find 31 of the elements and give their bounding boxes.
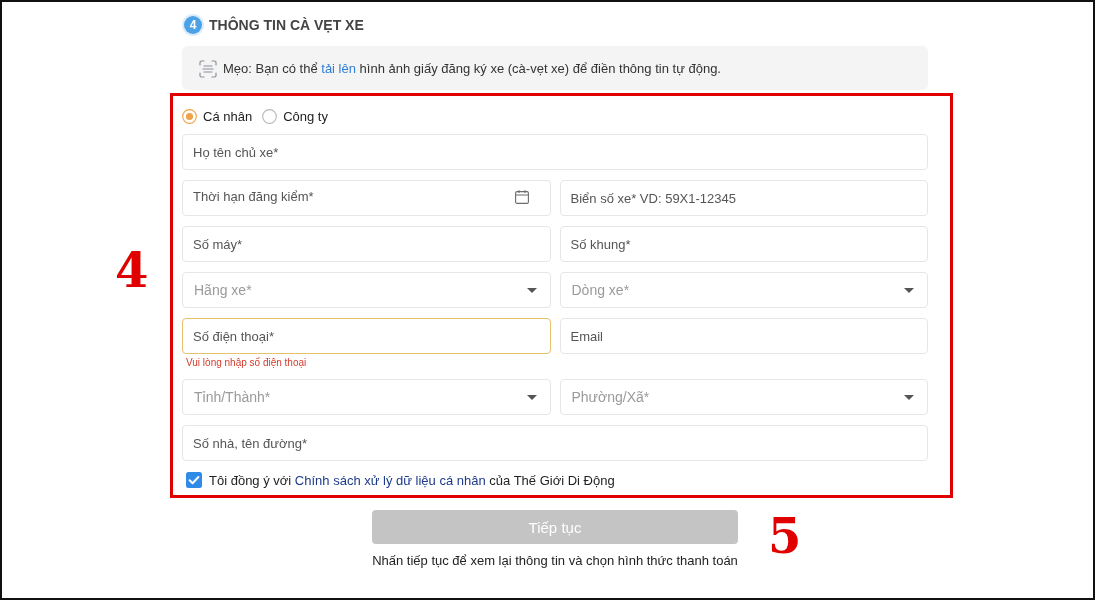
input-field[interactable]: Số máy* [182, 226, 551, 262]
section-title: THÔNG TIN CÀ VẸT XE [209, 17, 364, 33]
checkbox[interactable] [186, 472, 202, 488]
dropdown-field[interactable]: Tỉnh/Thành* [182, 379, 551, 415]
radio-option[interactable]: Công ty [262, 108, 328, 124]
input-field[interactable]: Biển số xe* VD: 59X1-12345 [559, 180, 928, 216]
dropdown-field[interactable]: Dòng xe* [559, 272, 928, 308]
radio-option[interactable]: Cá nhân [182, 108, 253, 124]
callout-number: 4 [115, 246, 149, 294]
input-field[interactable]: Số điện thoại* [182, 318, 551, 354]
date-field[interactable]: Thời hạn đăng kiểm* [182, 180, 551, 216]
upload-link[interactable]: tải lên [321, 60, 356, 76]
tip-text: Mẹo: Bạn có thể tải lên hình ảnh giấy đăng ký xe (cà-vẹt xe) để điền thông tin tự động. [223, 60, 721, 76]
scan-text-icon [199, 60, 217, 78]
input-field[interactable]: Số nhà, tên đường* [182, 425, 928, 461]
dropdown-field[interactable]: Phường/Xã* [559, 379, 928, 415]
input-field[interactable]: Email [559, 318, 928, 354]
consent-text: Tôi đồng ý với Chính sách xử lý dữ liệu cá nhân của Thế Giới Di Động [209, 472, 615, 488]
privacy-policy-link[interactable]: Chính sách xử lý dữ liệu cá nhân [294, 472, 486, 488]
input-field[interactable]: Họ tên chủ xe* [182, 134, 928, 170]
caret-down-icon [904, 394, 914, 400]
dropdown-field[interactable]: Hãng xe* [182, 272, 551, 308]
caret-down-icon [526, 394, 537, 400]
input-field[interactable]: Số khung* [559, 226, 928, 262]
step-number-badge: 4 [184, 16, 202, 34]
hint-text: Nhấn tiếp tục để xem lại thông tin và chọn hình thức thanh toán [371, 553, 739, 568]
caret-down-icon [526, 287, 537, 293]
caret-down-icon [904, 287, 914, 293]
error-message: Vui lòng nhập số điện thoại [185, 357, 308, 369]
calendar-icon[interactable] [514, 190, 529, 204]
callout-number: 5 [768, 512, 802, 560]
